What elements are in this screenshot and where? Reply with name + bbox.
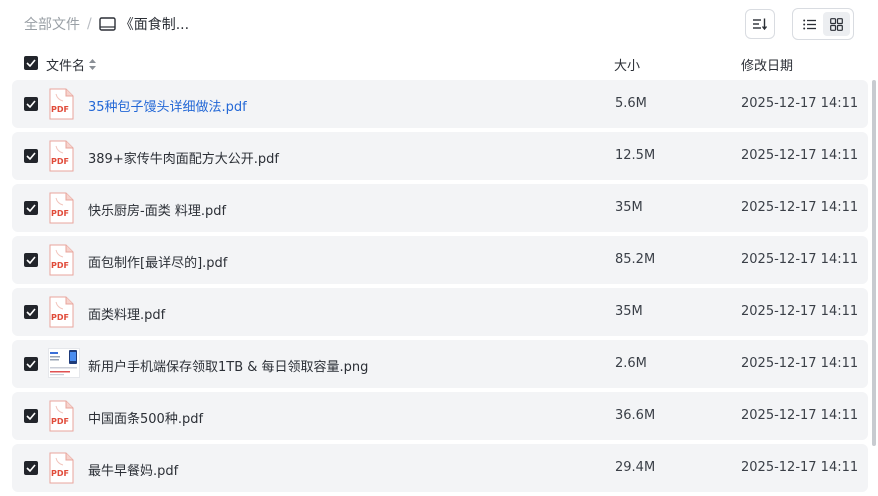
file-modified-date: 2025-12-17 14:11 <box>741 148 859 163</box>
pdf-file-icon: PDF <box>48 192 76 224</box>
file-name[interactable]: 面包制作[最详尽的].pdf <box>88 252 227 271</box>
column-header-name[interactable]: 文件名 <box>46 55 97 74</box>
pdf-label: PDF <box>51 261 69 270</box>
file-row[interactable]: PDF 389+家传牛肉面配方大公开.pdf 12.5M 2025-12-17 14:… <box>12 132 868 180</box>
pdf-file-icon: PDF <box>48 452 76 484</box>
row-checkbox[interactable] <box>24 409 38 423</box>
file-name[interactable]: 快乐厨房-面类 料理.pdf <box>88 200 226 219</box>
file-row[interactable]: PDF 最牛早餐妈.pdf 29.4M 2025-12-17 14:11 <box>12 444 868 492</box>
sort-icon <box>753 18 767 30</box>
file-name[interactable]: 35种包子馒头详细做法.pdf <box>88 96 247 115</box>
check-icon <box>26 256 36 264</box>
row-checkbox[interactable] <box>24 149 38 163</box>
pdf-file-icon: PDF <box>48 296 76 328</box>
pdf-label: PDF <box>51 469 69 478</box>
file-row[interactable]: PDF 35种包子馒头详细做法.pdf 5.6M 2025-12-17 14:11 <box>12 80 868 128</box>
file-row[interactable]: 新用户手机端保存领取1TB & 每日领取容量.png 2.6M 2025-12-17… <box>12 340 868 388</box>
pdf-label: PDF <box>51 313 69 322</box>
book-icon <box>99 17 116 31</box>
row-checkbox[interactable] <box>24 305 38 319</box>
file-modified-date: 2025-12-17 14:11 <box>741 460 859 475</box>
list-view-icon <box>803 19 816 29</box>
file-list-header: 文件名 大小 修改日期 <box>0 50 878 78</box>
file-row[interactable]: PDF 面包制作[最详尽的].pdf 85.2M 2025-12-17 14:11 <box>12 236 868 284</box>
column-header-modified[interactable]: 修改日期 <box>741 55 793 74</box>
file-name[interactable]: 中国面条500种.pdf <box>88 408 203 427</box>
file-row[interactable]: PDF 快乐厨房-面类 料理.pdf 35M 2025-12-17 14:11 <box>12 184 868 232</box>
pdf-label: PDF <box>51 417 69 426</box>
select-all-checkbox[interactable] <box>24 56 38 70</box>
check-icon <box>26 204 36 212</box>
pdf-file-icon: PDF <box>48 400 76 432</box>
check-icon <box>26 412 36 420</box>
check-icon <box>26 360 36 368</box>
image-thumbnail <box>48 348 80 380</box>
file-size: 29.4M <box>615 460 656 475</box>
row-checkbox[interactable] <box>24 461 38 475</box>
column-header-name-label: 文件名 <box>46 59 86 74</box>
file-name[interactable]: 面类料理.pdf <box>88 304 165 323</box>
file-row[interactable]: PDF 面类料理.pdf 35M 2025-12-17 14:11 <box>12 288 868 336</box>
sort-caret-icon <box>89 59 97 70</box>
file-size: 36.6M <box>615 408 656 423</box>
pdf-file-icon: PDF <box>48 88 76 120</box>
pdf-label: PDF <box>51 209 69 218</box>
file-size: 5.6M <box>615 96 647 111</box>
file-size: 2.6M <box>615 356 647 371</box>
breadcrumb-separator: / <box>87 16 92 32</box>
pdf-file-icon: PDF <box>48 244 76 276</box>
file-modified-date: 2025-12-17 14:11 <box>741 356 859 371</box>
file-modified-date: 2025-12-17 14:11 <box>741 200 859 215</box>
file-list: PDF 35种包子馒头详细做法.pdf 5.6M 2025-12-17 14:11 PD… <box>12 80 868 496</box>
grid-view-icon <box>830 17 843 31</box>
file-size: 35M <box>615 200 643 215</box>
check-icon <box>26 100 36 108</box>
pdf-label: PDF <box>51 157 69 166</box>
list-view-button[interactable] <box>796 12 823 36</box>
row-checkbox[interactable] <box>24 253 38 267</box>
grid-view-button[interactable] <box>823 12 850 36</box>
row-checkbox[interactable] <box>24 97 38 111</box>
breadcrumb-root-link[interactable]: 全部文件 <box>24 14 80 34</box>
sort-button[interactable] <box>745 9 775 39</box>
pdf-label: PDF <box>51 105 69 114</box>
top-bar: 全部文件 / 《面食制... <box>0 0 878 48</box>
check-icon <box>26 59 36 67</box>
breadcrumb: 全部文件 / 《面食制... <box>24 14 189 34</box>
file-name[interactable]: 新用户手机端保存领取1TB & 每日领取容量.png <box>88 356 368 375</box>
file-modified-date: 2025-12-17 14:11 <box>741 304 859 319</box>
row-checkbox[interactable] <box>24 357 38 371</box>
file-row[interactable]: PDF 中国面条500种.pdf 36.6M 2025-12-17 14:11 <box>12 392 868 440</box>
scrollbar[interactable] <box>872 80 876 446</box>
file-modified-date: 2025-12-17 14:11 <box>741 252 859 267</box>
row-checkbox[interactable] <box>24 201 38 215</box>
column-header-size[interactable]: 大小 <box>614 55 640 74</box>
check-icon <box>26 464 36 472</box>
check-icon <box>26 308 36 316</box>
file-name[interactable]: 389+家传牛肉面配方大公开.pdf <box>88 148 279 167</box>
file-size: 12.5M <box>615 148 656 163</box>
breadcrumb-current-folder: 《面食制... <box>119 17 190 33</box>
view-mode-toggle <box>792 8 854 40</box>
file-name[interactable]: 最牛早餐妈.pdf <box>88 460 178 479</box>
file-modified-date: 2025-12-17 14:11 <box>741 408 859 423</box>
check-icon <box>26 152 36 160</box>
file-size: 35M <box>615 304 643 319</box>
file-size: 85.2M <box>615 252 656 267</box>
file-modified-date: 2025-12-17 14:11 <box>741 96 859 111</box>
pdf-file-icon: PDF <box>48 140 76 172</box>
